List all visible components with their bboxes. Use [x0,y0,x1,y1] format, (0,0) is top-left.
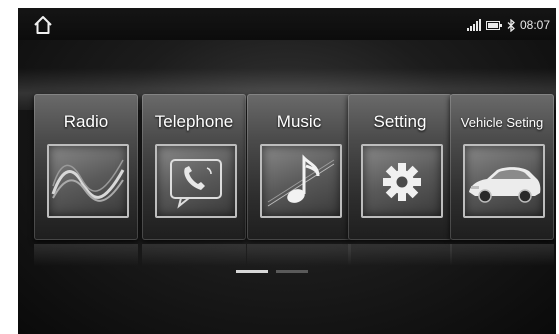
home-icon[interactable] [32,14,54,36]
bluetooth-icon [507,18,515,32]
menu-item-label: Radio [63,112,109,131]
tile-reflection [247,244,351,266]
clock: 08:07 [519,18,550,32]
menu-item-telephone[interactable]: Telephone [142,94,246,266]
menu-item-label: Vehicle Seting [460,115,544,130]
status-bar: 08:07 [18,8,556,40]
page-indicator [236,270,336,273]
tile-reflection [142,244,246,266]
status-indicators: 08:07 [466,16,550,34]
signal-icon [466,19,481,31]
car-icon [463,144,545,218]
tile-reflection [348,244,452,266]
menu-item-vehicle-setting[interactable]: Vehicle Seting [450,94,554,266]
tile-reflection [450,244,554,266]
page-dot-active[interactable] [236,270,268,273]
tile-reflection [34,244,138,266]
radio-wave-icon [47,144,129,218]
menu-item-label: Music [276,112,322,131]
menu-item-radio[interactable]: Radio [34,94,138,266]
app-menu: Radio Telephone Music Setting Vehicle Se… [18,94,556,266]
page-dot[interactable] [276,270,308,273]
menu-item-setting[interactable]: Setting [348,94,452,266]
menu-item-music[interactable]: Music [247,94,351,266]
gear-icon [361,144,443,218]
menu-item-label: Setting [373,112,427,131]
screen: 08:07 Radio Telephone Music Setting Vehi… [18,8,556,334]
menu-item-label: Telephone [154,112,234,131]
battery-icon [485,20,502,30]
music-note-icon [260,144,342,218]
telephone-icon [155,144,237,218]
